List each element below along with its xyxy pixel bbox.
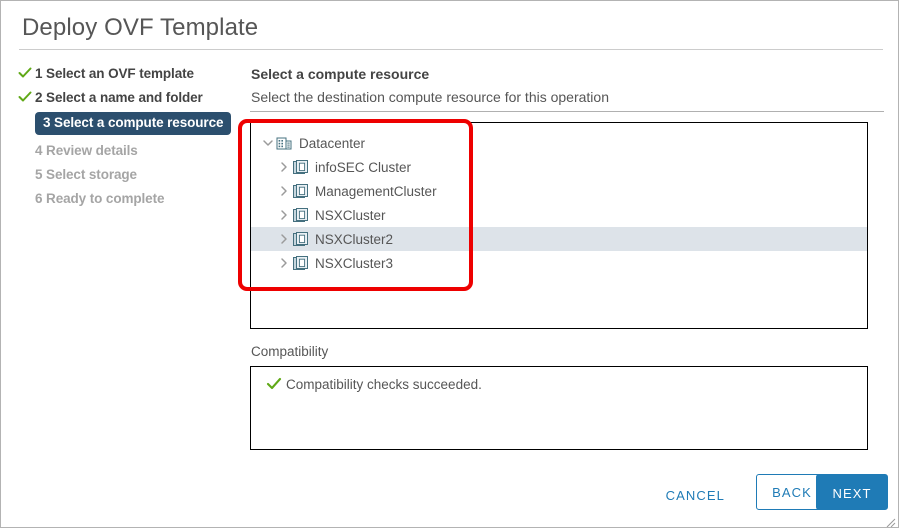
tree-row-label: ManagementCluster [315, 183, 437, 199]
cluster-icon [291, 159, 311, 175]
tree-row[interactable]: NSXCluster3 [251, 251, 867, 275]
tree-row-label: NSXCluster2 [315, 231, 394, 247]
compute-resource-tree[interactable]: Datacenter infoSEC Cluster ManagementClust… [250, 122, 868, 329]
chevron-right-icon[interactable] [277, 208, 291, 222]
cluster-icon [291, 207, 311, 223]
compatibility-message: Compatibility checks succeeded. [286, 376, 482, 392]
deploy-ovf-template-dialog: Deploy OVF Template 1 Select an OVF temp… [0, 0, 899, 528]
chevron-right-icon[interactable] [277, 184, 291, 198]
wizard-step-6[interactable]: 6 Ready to complete [15, 186, 243, 210]
section-divider [250, 111, 884, 112]
tree-row-label: infoSEC Cluster [315, 159, 412, 175]
check-icon [264, 376, 286, 392]
dialog-title-bar: Deploy OVF Template [1, 1, 898, 50]
cluster-icon [291, 255, 311, 271]
wizard-step-2[interactable]: 2 Select a name and folder [15, 85, 243, 109]
datacenter-icon [275, 135, 295, 151]
next-button[interactable]: NEXT [816, 474, 888, 510]
tree-row-label: NSXCluster3 [315, 255, 394, 271]
chevron-right-icon[interactable] [277, 160, 291, 174]
tree-row[interactable]: infoSEC Cluster [251, 155, 867, 179]
tree-row[interactable]: NSXCluster2 [251, 227, 867, 251]
wizard-step-label: 4 Review details [35, 142, 138, 158]
wizard-step-label: 2 Select a name and folder [35, 89, 203, 105]
wizard-step-label: 5 Select storage [35, 166, 137, 182]
cluster-icon [291, 183, 311, 199]
section-subheading: Select the destination compute resource … [251, 89, 609, 105]
wizard-step-label: 1 Select an OVF template [35, 65, 194, 81]
compatibility-status-row: Compatibility checks succeeded. [264, 376, 482, 392]
compatibility-panel: Compatibility checks succeeded. [250, 366, 868, 450]
tree-row[interactable]: Datacenter [251, 131, 867, 155]
title-divider [19, 49, 883, 50]
tree-row-label: Datacenter [299, 135, 366, 151]
section-heading: Select a compute resource [251, 66, 430, 82]
tree-row[interactable]: ManagementCluster [251, 179, 867, 203]
tree-row-label: NSXCluster [315, 207, 386, 223]
cluster-icon [291, 231, 311, 247]
check-icon [15, 89, 35, 105]
compatibility-label: Compatibility [251, 344, 329, 359]
wizard-step-3[interactable]: 3 Select a compute resource [15, 110, 243, 136]
chevron-down-icon[interactable] [261, 136, 275, 150]
page-title: Deploy OVF Template [22, 14, 259, 41]
wizard-step-4[interactable]: 4 Review details [15, 138, 243, 162]
chevron-right-icon[interactable] [277, 232, 291, 246]
wizard-step-label: 3 Select a compute resource [35, 111, 232, 135]
check-icon [15, 65, 35, 81]
wizard-step-label: 6 Ready to complete [35, 190, 165, 206]
tree-row-container: Datacenter infoSEC Cluster ManagementClust… [251, 123, 867, 275]
chevron-right-icon[interactable] [277, 256, 291, 270]
dialog-footer: CANCEL BACK NEXT [1, 467, 898, 523]
resize-grip[interactable] [886, 515, 896, 527]
wizard-step-1[interactable]: 1 Select an OVF template [15, 61, 243, 85]
cancel-button[interactable]: CANCEL [660, 481, 731, 511]
wizard-step-5[interactable]: 5 Select storage [15, 162, 243, 186]
wizard-step-list: 1 Select an OVF template 2 Select a name … [15, 61, 243, 210]
footer-divider [19, 462, 883, 463]
tree-row[interactable]: NSXCluster [251, 203, 867, 227]
